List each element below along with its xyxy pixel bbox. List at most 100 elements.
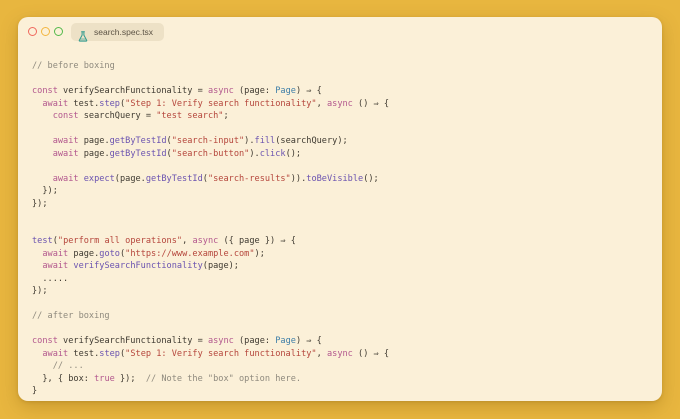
code-token-keyword: await <box>52 148 84 159</box>
code-line: test("perform all operations", async ({ … <box>32 235 389 248</box>
code-line: } <box>32 385 389 398</box>
code-token-string: "https://www.example.com" <box>125 248 255 259</box>
code-line: await page.getByTestId("search-input").f… <box>32 135 389 148</box>
code-line: await test.step("Step 1: Verify search f… <box>32 348 389 361</box>
code-token-comment: // ... <box>52 361 84 371</box>
code-line: const searchQuery = "test search"; <box>32 110 389 123</box>
code-token-plain: test. <box>73 348 100 359</box>
code-line: await test.step("Step 1: Verify search f… <box>32 98 389 111</box>
code-line: await page.getByTestId("search-button").… <box>32 148 389 161</box>
code-token-punct: (); <box>285 148 302 159</box>
code-token-keyword: async <box>192 236 224 246</box>
code-token-punct: () ⇒ { <box>358 348 390 359</box>
code-token-method: step <box>99 98 120 109</box>
code-token-punct: : <box>264 336 276 346</box>
code-token-bool: true <box>94 373 115 384</box>
code-token-punct: ; <box>223 111 229 121</box>
code-token-string: "perform all operations" <box>57 236 183 246</box>
code-token-punct: }); <box>32 286 48 296</box>
code-token-punct: () ⇒ { <box>358 98 390 109</box>
code-token-keyword: async <box>326 98 359 109</box>
file-tab[interactable]: search.spec.tsx <box>71 23 164 42</box>
code-line: }); <box>32 198 389 211</box>
code-token-plain: page. <box>83 148 110 159</box>
code-token-method: test <box>32 236 53 246</box>
code-token-punct: } <box>32 386 38 396</box>
close-window-button[interactable] <box>28 27 37 36</box>
code-token-string: "search-results" <box>207 173 291 184</box>
code-token-keyword: await <box>42 261 74 271</box>
code-token-punct: }); <box>32 186 58 196</box>
code-line: await verifySearchFunctionality(page); <box>32 260 389 273</box>
code-token-keyword: await <box>52 173 84 184</box>
code-token-plain: page. <box>83 136 110 146</box>
code-token-keyword: await <box>52 136 84 146</box>
code-token-keyword: async <box>207 86 239 96</box>
code-token-punct: ). <box>244 136 255 146</box>
code-token-punct: }); <box>32 198 48 209</box>
code-line: }); <box>32 285 389 298</box>
code-token-method: verifySearchFunctionality <box>73 261 203 271</box>
code-token-comment: // before boxing <box>32 61 115 71</box>
code-token-plain: test. <box>73 98 100 109</box>
code-token-string: "Step 1: Verify search functionality" <box>125 98 317 109</box>
code-token-plain: page. <box>73 248 100 259</box>
code-token-punct: (searchQuery); <box>275 136 348 146</box>
code-token-punct: (page); <box>202 261 239 271</box>
code-token-keyword: const <box>32 86 64 96</box>
code-token-punct: (); <box>363 173 379 184</box>
code-token-comment: // Note the "box" option here. <box>145 373 302 384</box>
file-tab-label: search.spec.tsx <box>94 27 154 37</box>
title-bar: search.spec.tsx <box>18 17 662 47</box>
minimize-window-button[interactable] <box>41 27 50 36</box>
code-token-punct: , <box>316 98 327 109</box>
code-token-punct: : <box>264 86 276 96</box>
code-token-plain: searchQuery <box>83 111 146 121</box>
code-token-punct: ). <box>249 148 260 159</box>
code-line: const verifySearchFunctionality = async … <box>32 85 389 98</box>
code-line: await expect(page.getByTestId("search-re… <box>32 173 389 186</box>
code-token-param: page <box>244 336 265 346</box>
code-token-plain: verifySearchFunctionality <box>63 86 198 96</box>
code-line: // ... <box>32 360 389 373</box>
code-token-string: "Step 1: Verify search functionality" <box>125 348 317 359</box>
code-token-punct: ) ⇒ { <box>295 86 322 96</box>
code-token-keyword: const <box>32 336 64 346</box>
code-token-punct: ); <box>254 248 265 259</box>
code-token-punct: (page. <box>114 173 146 184</box>
code-token-keyword: await <box>42 98 74 109</box>
maximize-window-button[interactable] <box>54 27 63 36</box>
code-line: // after boxing <box>32 310 389 323</box>
code-token-keyword: await <box>42 348 74 359</box>
code-token-method: toBeVisible <box>306 173 364 184</box>
code-token-keyword: await <box>42 248 74 259</box>
code-token-punct: , <box>182 236 193 246</box>
code-token-method: getByTestId <box>109 148 167 159</box>
code-token-method: expect <box>83 173 115 184</box>
code-token-punct: = <box>197 86 208 96</box>
code-token-keyword: async <box>326 348 359 359</box>
code-line: await page.goto("https://www.example.com… <box>32 248 389 261</box>
code-token-string: "test search" <box>156 111 224 121</box>
code-token-plain: ..... <box>32 273 69 284</box>
code-line: ..... <box>32 273 389 286</box>
code-token-punct: = <box>197 336 208 346</box>
code-token-string: "search-input" <box>171 136 245 146</box>
code-token-punct: }); <box>114 373 146 384</box>
code-token-type: Page <box>275 86 296 96</box>
code-token-plain: verifySearchFunctionality <box>63 336 198 346</box>
